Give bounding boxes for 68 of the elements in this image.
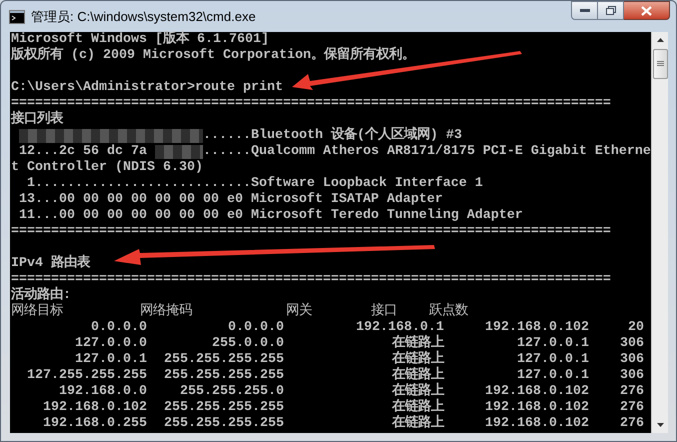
table-cell: 127.0.0.1	[517, 368, 589, 383]
table-cell: 255.255.255.0	[180, 384, 284, 399]
column-header: 网络掩码	[140, 304, 193, 320]
table-cell: 在链路上	[392, 368, 444, 383]
console-line: t Controller (NDIS 6.30)	[11, 159, 203, 176]
console-line: 12...2c 56 dc 7a	[18, 144, 147, 160]
console-line: C:\Users\Administrator>route print	[11, 79, 283, 97]
table-cell: 255.0.0.0	[212, 336, 284, 351]
table-cell: 在链路上	[392, 336, 444, 351]
console-line: 1...........................Software Loopback Interface 1	[26, 175, 483, 192]
table-cell: 在链路上	[392, 384, 444, 399]
terminal-icon	[9, 10, 25, 24]
table-cell: 127.0.0.1	[517, 336, 589, 351]
console-line: ......Bluetooth 设备(个人区域网) #3	[203, 127, 462, 144]
table-cell: 276	[620, 416, 644, 431]
table-cell: 255.255.255.255	[164, 400, 284, 415]
console-line: 版权所有 (c) 2009 Microsoft Corporation。保留所有权利。	[11, 47, 415, 65]
table-cell: 276	[620, 400, 644, 415]
mosaic-blur	[154, 145, 203, 159]
table-cell: 192.168.0.102	[485, 320, 589, 335]
console-line: 接口列表	[11, 111, 63, 129]
table-cell: 192.168.0.102	[485, 400, 589, 415]
console-line: ......Qualcomm Atheros AR8171/8175 PCI-E Gigabit Etherne	[203, 143, 651, 161]
console-line: 13...00 00 00 00 00 00 00 e0 Microsoft ISATAP Adapter	[18, 191, 443, 208]
table-cell: 20	[628, 320, 644, 335]
table-cell: 0.0.0.0	[228, 320, 284, 335]
window-title: 管理员: C:\windows\system32\cmd.exe	[31, 8, 256, 26]
console-line: 活动路由:	[11, 287, 71, 303]
close-icon	[641, 6, 652, 16]
table-cell: 255.255.255.255	[164, 368, 284, 383]
table-cell: 在链路上	[392, 400, 444, 415]
close-button[interactable]	[624, 1, 670, 20]
table-cell: 306	[620, 352, 644, 367]
table-cell: 255.255.255.255	[164, 416, 284, 431]
table-cell: 127.0.0.1	[517, 352, 589, 367]
table-cell: 192.168.0.255	[43, 416, 147, 431]
table-cell: 192.168.0.102	[43, 400, 147, 415]
table-cell: 192.168.0.1	[356, 320, 444, 335]
table-cell: 255.255.255.255	[164, 352, 284, 367]
console-line: ===========================================================================	[11, 223, 611, 241]
column-header: 网络目标	[11, 304, 64, 320]
maximize-icon	[606, 6, 616, 15]
maximize-button[interactable]	[598, 1, 624, 20]
table-cell: 0.0.0.0	[91, 320, 147, 335]
scrollbar[interactable]	[651, 32, 668, 433]
console-line: IPv4 路由表	[11, 255, 90, 273]
minimize-icon	[580, 9, 590, 12]
console-line: 11...00 00 00 00 00 00 00 e0 Microsoft Teredo Tunneling Adapter	[18, 207, 523, 225]
console-line: ===========================================================================	[11, 95, 611, 111]
table-cell: 127.0.0.1	[75, 352, 147, 367]
table-cell: 306	[620, 336, 644, 351]
table-cell: 192.168.0.102	[485, 384, 589, 399]
column-header: 跃点数	[429, 304, 469, 320]
table-cell: 276	[620, 384, 644, 399]
table-cell: 306	[620, 368, 644, 383]
table-cell: 127.255.255.255	[27, 368, 147, 383]
minimize-button[interactable]	[571, 1, 598, 20]
table-cell: 192.168.0.0	[59, 384, 147, 399]
table-cell: 127.0.0.0	[75, 336, 147, 351]
console-line: Microsoft Windows [版本 6.1.7601]	[11, 31, 269, 47]
table-cell: 在链路上	[392, 416, 444, 431]
grip-icon	[656, 61, 664, 67]
column-header: 网关	[286, 304, 313, 320]
table-cell: 192.168.0.102	[485, 416, 589, 431]
console-line: ===========================================================================	[11, 271, 611, 287]
table-cell: 在链路上	[392, 352, 444, 367]
column-header: 接口	[371, 304, 398, 320]
scroll-thumb[interactable]	[652, 49, 668, 79]
